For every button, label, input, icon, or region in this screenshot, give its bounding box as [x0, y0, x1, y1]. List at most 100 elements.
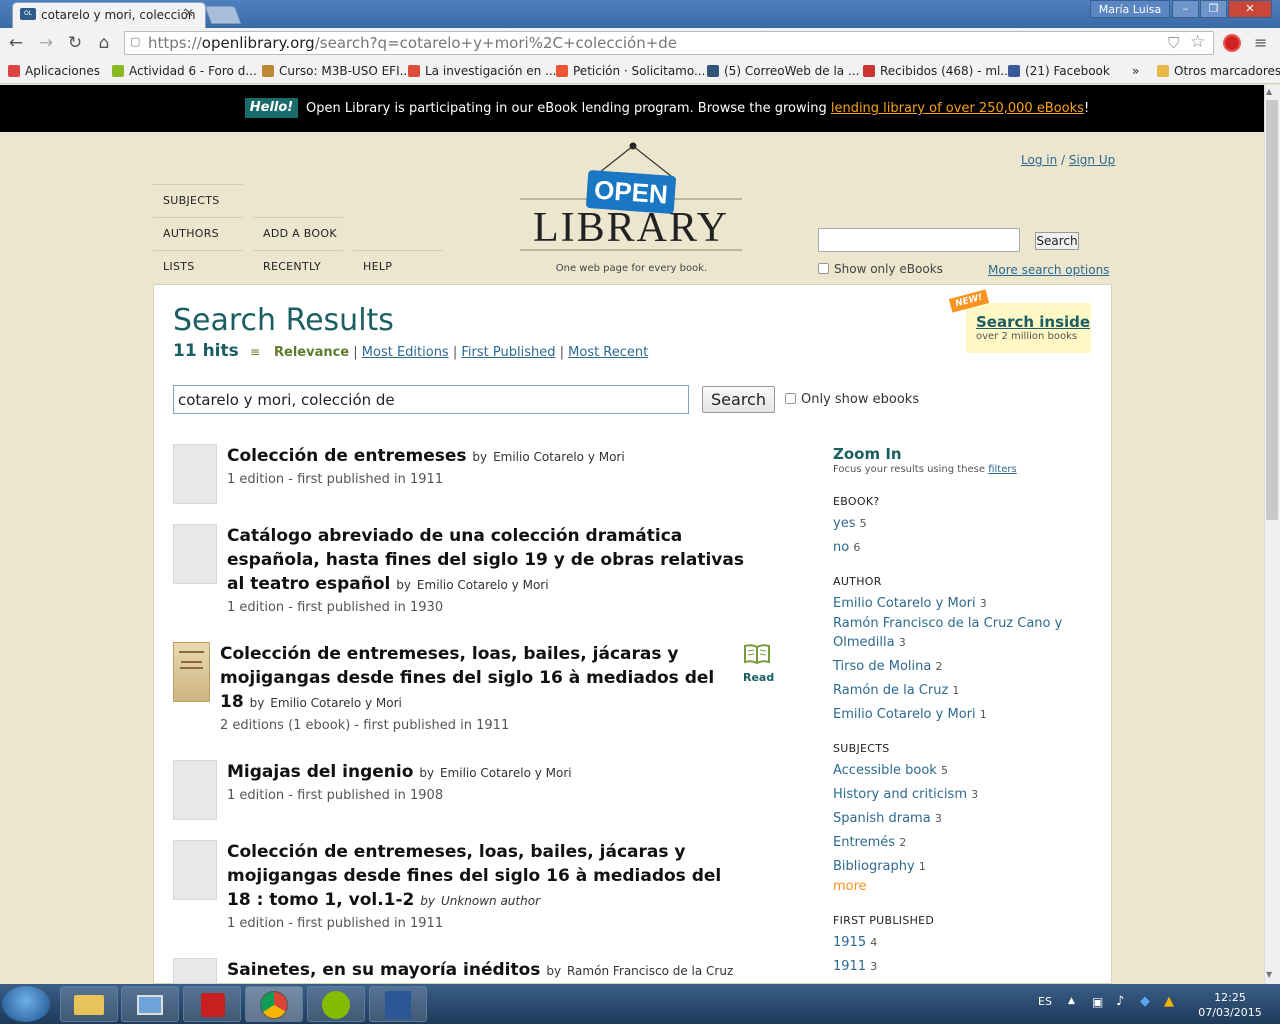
facet-subject[interactable]: Accessible book 5	[833, 761, 948, 780]
facet-ebook-no[interactable]: no 6	[833, 538, 860, 557]
star-icon[interactable]: ☆	[1190, 32, 1205, 52]
maximize-button[interactable]: ❐	[1200, 0, 1227, 18]
header-search-input[interactable]	[818, 228, 1020, 252]
facet-year[interactable]: 1911 3	[833, 957, 877, 976]
book-cover-image[interactable]	[173, 642, 210, 702]
search-inside-link[interactable]: Search inside	[976, 313, 1090, 331]
nav-help[interactable]: HELP	[353, 250, 443, 283]
sort-first-published[interactable]: First Published	[461, 345, 555, 360]
facet-ebook-yes[interactable]: yes 5	[833, 514, 867, 533]
book-author[interactable]: Ramón Francisco de la Cruz	[567, 964, 733, 978]
nav-add-book[interactable]: ADD A BOOK	[253, 217, 343, 250]
bookmark-item[interactable]: Petición · Solicitamo...	[556, 62, 705, 80]
read-link[interactable]: Read	[743, 671, 774, 684]
explorer-icon[interactable]	[60, 986, 118, 1022]
open-book-icon[interactable]	[743, 643, 771, 665]
windows-start-icon[interactable]	[2, 986, 50, 1022]
login-link[interactable]: Log in	[1021, 153, 1057, 167]
new-tab-button[interactable]	[204, 6, 242, 24]
book-title[interactable]: Colección de entremeses	[227, 446, 467, 466]
facet-subject[interactable]: Entremés 2	[833, 833, 906, 852]
bookmark-item[interactable]: La investigación en ...	[408, 62, 556, 80]
tab-close-icon[interactable]: ✕	[184, 6, 194, 20]
reload-icon[interactable]: ↻	[65, 33, 85, 53]
close-window-button[interactable]: ✕	[1228, 0, 1272, 18]
minimize-button[interactable]: –	[1172, 0, 1199, 18]
shield-icon[interactable]: ⛉	[1168, 34, 1179, 52]
facet-subject[interactable]: Bibliography 1	[833, 857, 926, 876]
book-cover[interactable]	[173, 760, 217, 820]
language-indicator[interactable]: ES	[1038, 995, 1052, 1008]
bookmark-item[interactable]: Recibidos (468) - ml...	[863, 62, 1012, 80]
sort-most-editions[interactable]: Most Editions	[362, 345, 449, 360]
word-icon[interactable]	[369, 986, 427, 1022]
facet-author[interactable]: Ramón de la Cruz 1	[833, 681, 1063, 700]
book-author[interactable]: Unknown author	[441, 894, 540, 908]
sort-most-recent[interactable]: Most Recent	[568, 345, 648, 360]
nav-recently[interactable]: RECENTLY	[253, 250, 343, 283]
header-only-ebooks[interactable]: Show only eBooks	[818, 262, 943, 276]
forward-arrow-icon[interactable]: →	[36, 33, 56, 53]
volume-icon[interactable]: ♪	[1116, 994, 1124, 1009]
facet-author[interactable]: Emilio Cotarelo y Mori 1	[833, 705, 1063, 724]
network-icon[interactable]: ▣	[1092, 995, 1103, 1009]
facet-subject[interactable]: History and criticism 3	[833, 785, 978, 804]
facet-subject[interactable]: Spanish drama 3	[833, 809, 942, 828]
facet-year[interactable]: 1915 4	[833, 933, 877, 952]
bookmark-item[interactable]: Curso: M3B-USO EFI...	[262, 62, 411, 80]
facet-author[interactable]: Ramón Francisco de la Cruz Cano y Olmedi…	[833, 614, 1063, 652]
home-icon[interactable]: ⌂	[94, 33, 114, 53]
chrome-icon[interactable]	[245, 986, 303, 1022]
header-ebooks-checkbox[interactable]	[818, 263, 829, 274]
book-author[interactable]: Emilio Cotarelo y Mori	[493, 450, 625, 464]
tray-expand-icon[interactable]: ▲	[1068, 996, 1075, 1006]
facet-author[interactable]: Emilio Cotarelo y Mori 3	[833, 594, 1063, 613]
only-ebooks-checkbox[interactable]	[785, 393, 796, 404]
adblock-icon[interactable]	[1223, 34, 1241, 52]
bookmark-item[interactable]: (5) CorreoWeb de la ...	[707, 62, 859, 80]
search-input[interactable]: cotarelo y mori, colección de	[173, 385, 689, 414]
tab-active[interactable]: cotarelo y mori, colección	[12, 2, 206, 28]
clock[interactable]: 12:25 07/03/2015	[1195, 990, 1265, 1020]
book-cover[interactable]	[173, 524, 217, 584]
bookmark-item[interactable]: Aplicaciones	[8, 62, 100, 80]
filters-link[interactable]: filters	[988, 464, 1016, 475]
book-author[interactable]: Emilio Cotarelo y Mori	[270, 696, 402, 710]
facet-author[interactable]: Tirso de Molina 2	[833, 657, 1063, 676]
nav-authors[interactable]: AUTHORS	[153, 217, 243, 250]
search-button[interactable]: Search	[702, 386, 775, 413]
book-author[interactable]: Emilio Cotarelo y Mori	[440, 766, 572, 780]
dropbox-icon[interactable]: ◆	[1140, 994, 1150, 1009]
back-arrow-icon[interactable]: ←	[6, 33, 26, 53]
sort-options: Relevance | Most Editions | First Publis…	[274, 345, 649, 360]
only-show-ebooks[interactable]: Only show ebooks	[785, 392, 919, 407]
book-cover[interactable]	[173, 958, 217, 984]
signup-link[interactable]: Sign Up	[1069, 153, 1115, 167]
lending-library-link[interactable]: lending library of over 250,000 eBooks	[831, 101, 1084, 116]
profile-name[interactable]: María Luisa	[1090, 0, 1170, 18]
more-search-options-link[interactable]: More search options	[988, 263, 1109, 277]
acrobat-icon[interactable]	[183, 986, 241, 1022]
scroll-up-icon[interactable]: ▲	[1266, 87, 1272, 96]
book-cover[interactable]	[173, 444, 217, 504]
open-library-logo[interactable]: OPEN LIBRARY	[520, 140, 742, 276]
menu-icon[interactable]: ≡	[1254, 33, 1267, 52]
url-text[interactable]: https://openlibrary.org/search?q=cotarel…	[148, 34, 677, 52]
nav-subjects[interactable]: SUBJECTS	[153, 184, 243, 217]
photo-viewer-icon[interactable]	[121, 986, 179, 1022]
spotify-icon[interactable]	[307, 986, 365, 1022]
scroll-down-icon[interactable]: ▼	[1266, 970, 1272, 979]
bookmark-item[interactable]: Otros marcadores	[1157, 62, 1280, 80]
nav-lists[interactable]: LISTS	[153, 250, 243, 283]
bookmark-item[interactable]: (21) Facebook	[1008, 62, 1110, 80]
book-title[interactable]: Sainetes, en su mayoría inéditos	[227, 960, 540, 980]
book-title[interactable]: Migajas del ingenio	[227, 762, 413, 782]
drive-icon[interactable]: ▲	[1164, 994, 1174, 1009]
bookmark-item[interactable]: Actividad 6 - Foro d...	[112, 62, 257, 80]
book-cover[interactable]	[173, 840, 217, 900]
facet-subjects-more[interactable]: more	[833, 879, 867, 894]
book-author[interactable]: Emilio Cotarelo y Mori	[417, 578, 549, 592]
scroll-thumb[interactable]	[1266, 100, 1278, 520]
header-search-button[interactable]: Search	[1035, 232, 1079, 250]
bookmark-item[interactable]: »	[1132, 62, 1139, 80]
